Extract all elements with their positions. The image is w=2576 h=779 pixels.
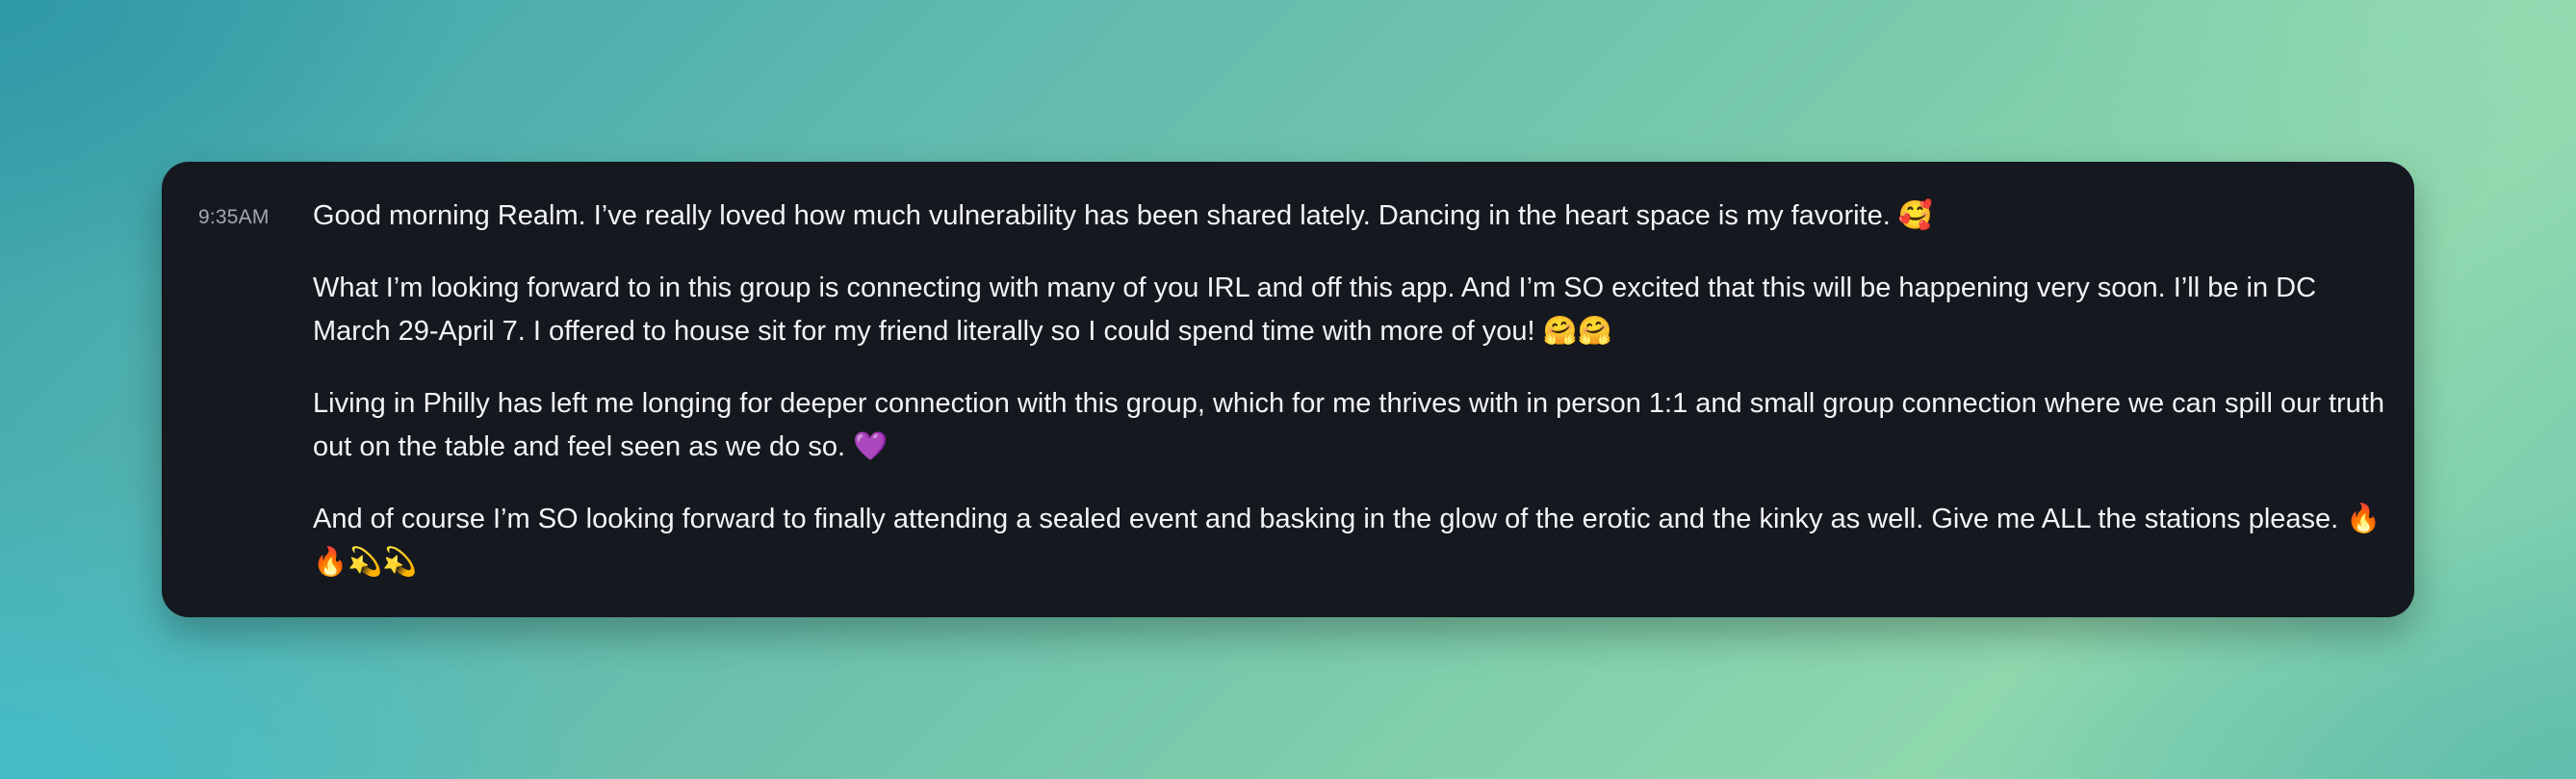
message-timestamp: 9:35AM xyxy=(198,206,270,228)
message-paragraph: Living in Philly has left me longing for… xyxy=(313,388,2384,462)
message-body[interactable]: Good morning Realm. I’ve really loved ho… xyxy=(313,195,2392,584)
message-card: 9:35AM Good morning Realm. I’ve really l… xyxy=(162,162,2414,617)
message-paragraph: Good morning Realm. I’ve really loved ho… xyxy=(313,200,1933,231)
message-paragraph: And of course I’m SO looking forward to … xyxy=(313,504,2382,578)
message-paragraph: What I’m looking forward to in this grou… xyxy=(313,273,2317,347)
